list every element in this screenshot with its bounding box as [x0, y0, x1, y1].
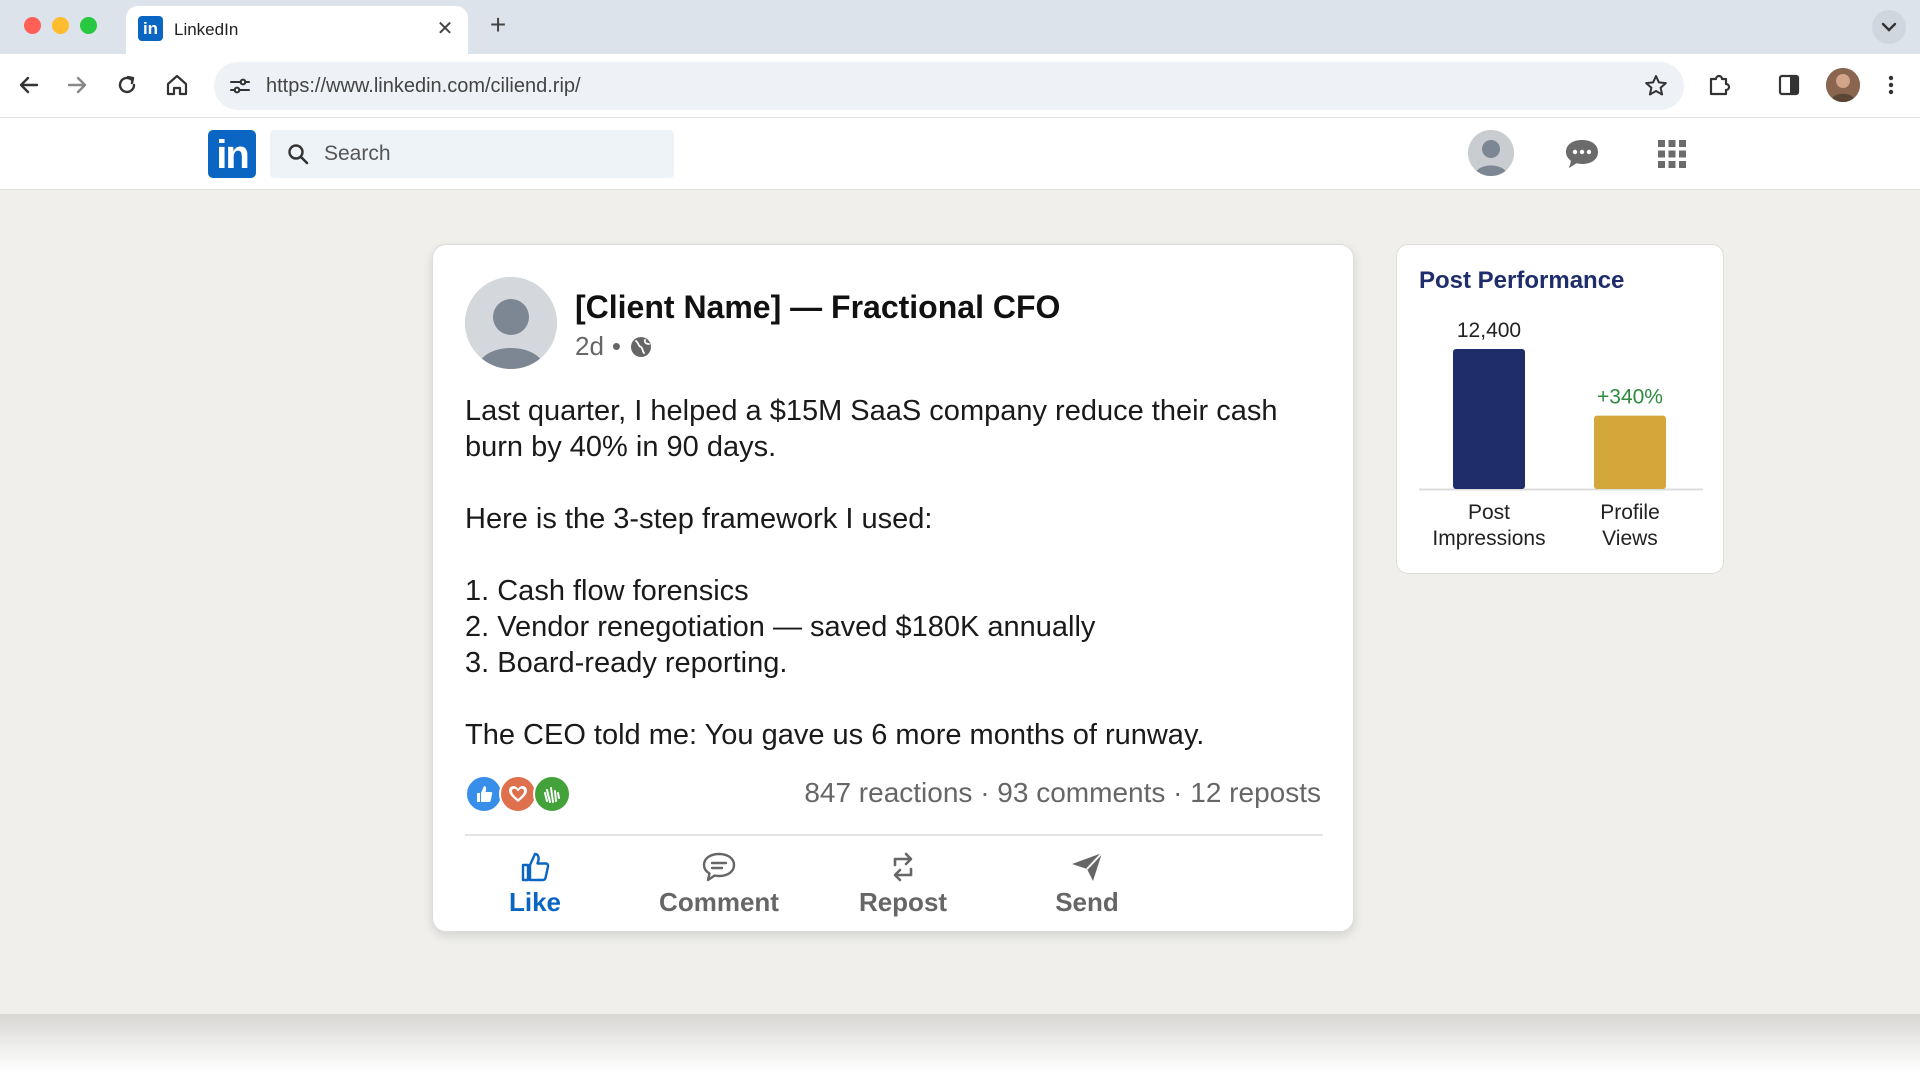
post-line: Last quarter, I helped a $15M SaaS compa… [465, 395, 1278, 463]
new-tab-icon[interactable]: + [482, 10, 514, 42]
author-avatar[interactable] [465, 277, 557, 369]
love-reaction-icon [499, 775, 537, 813]
window-shadow [0, 1014, 1920, 1072]
grid-icon [1658, 140, 1686, 168]
comment-label: Comment [659, 887, 779, 917]
repost-label: Repost [858, 887, 948, 917]
linkedin-page: in [Client Name] — Fractional CFO 2d • [0, 118, 1920, 1014]
post-card: [Client Name] — Fractional CFO 2d • Last… [432, 244, 1354, 932]
chart-data-label: +340% [1597, 386, 1663, 409]
bookmark-star-icon[interactable] [1642, 72, 1670, 100]
post-meta: 2d • [575, 331, 653, 362]
chart-bar [1594, 415, 1666, 489]
browser-menu-button[interactable] [1874, 68, 1908, 102]
post-line: 2. Vendor renegotiation — saved $180K an… [465, 611, 1096, 643]
chart-category-label: Post [1468, 501, 1510, 524]
celebrate-reaction-icon [533, 775, 571, 813]
search-box[interactable] [270, 130, 674, 178]
chart-bar [1453, 349, 1525, 489]
reload-button[interactable] [110, 68, 144, 102]
side-panel-icon [1778, 74, 1800, 96]
browser-tab[interactable]: in LinkedIn ✕ [126, 6, 468, 54]
engagement-counts[interactable]: 847 reactions · 93 comments · 12 reposts [804, 777, 1321, 809]
chevron-down-icon [1881, 22, 1897, 32]
browser-profile-avatar[interactable] [1826, 68, 1860, 102]
arrow-right-icon [67, 76, 87, 94]
post-body: Last quarter, I helped a $15M SaaS compa… [465, 393, 1325, 753]
arrow-left-icon [19, 76, 39, 94]
extensions-button[interactable] [1702, 68, 1736, 102]
comment-button[interactable]: Comment [619, 847, 819, 919]
side-panel-button[interactable] [1772, 68, 1806, 102]
chat-bubble-icon [1566, 140, 1598, 168]
linkedin-logo[interactable]: in [208, 130, 256, 178]
post-line: 1. Cash flow forensics [465, 575, 749, 607]
window-minimize-button[interactable] [52, 17, 69, 34]
actions-divider [465, 834, 1323, 836]
more-vertical-icon [1888, 75, 1894, 95]
reload-icon [118, 75, 136, 94]
thumbs-up-icon [515, 847, 555, 887]
linkedin-favicon-icon: in [138, 16, 163, 41]
like-reaction-icon [465, 775, 503, 813]
globe-icon [631, 336, 652, 357]
chart-category-label: Views [1602, 527, 1658, 550]
post-time: 2d [575, 331, 604, 361]
post-performance-card: Post Performance 12,400 Post Impressions +3… [1396, 244, 1724, 574]
site-settings-icon[interactable] [226, 72, 254, 100]
send-icon [1067, 847, 1107, 887]
like-label: Like [508, 887, 562, 917]
browser-toolbar: https://www.linkedin.com/ciliend.rip/ [0, 54, 1920, 118]
comment-icon [699, 847, 739, 887]
tab-title: LinkedIn [174, 20, 239, 39]
like-button[interactable]: Like [435, 847, 635, 919]
browser-tab-bar: in LinkedIn ✕ + [0, 0, 1920, 54]
chart-category-label: Impressions [1432, 527, 1545, 550]
messaging-button[interactable] [1562, 134, 1602, 174]
back-button[interactable] [12, 68, 46, 102]
window-maximize-button[interactable] [80, 17, 97, 34]
post-line: The CEO told me: You gave us 6 more mont… [465, 719, 1205, 751]
reaction-icons[interactable] [465, 775, 571, 815]
url-text: https://www.linkedin.com/ciliend.rip/ [266, 75, 581, 97]
send-label: Send [1055, 887, 1119, 917]
nav-profile-avatar[interactable] [1468, 130, 1514, 176]
window-close-button[interactable] [24, 17, 41, 34]
chart-data-label: 12,400 [1457, 319, 1521, 342]
send-button[interactable]: Send [987, 847, 1187, 919]
author-name[interactable]: [Client Name] — Fractional CFO [575, 289, 1060, 326]
search-icon [288, 144, 309, 165]
repost-icon [883, 847, 923, 887]
repost-button[interactable]: Repost [803, 847, 1003, 919]
home-button[interactable] [160, 68, 194, 102]
chart-category-label: Profile [1600, 501, 1660, 524]
post-line: Here is the 3-step framework I used: [465, 503, 933, 535]
linkedin-nav-bar: in [0, 118, 1920, 190]
tab-search-button[interactable] [1872, 10, 1906, 44]
home-icon [166, 74, 188, 96]
meta-separator: • [611, 331, 622, 361]
performance-bar-chart: 12,400 Post Impressions +340% Profile Views [1419, 319, 1703, 550]
address-bar[interactable]: https://www.linkedin.com/ciliend.rip/ [214, 62, 1684, 110]
puzzle-icon [1709, 74, 1731, 96]
tab-close-icon[interactable]: ✕ [432, 16, 458, 42]
apps-grid-button[interactable] [1652, 134, 1692, 174]
forward-button[interactable] [60, 68, 94, 102]
search-input[interactable] [324, 140, 654, 168]
post-line: 3. Board-ready reporting. [465, 647, 788, 679]
